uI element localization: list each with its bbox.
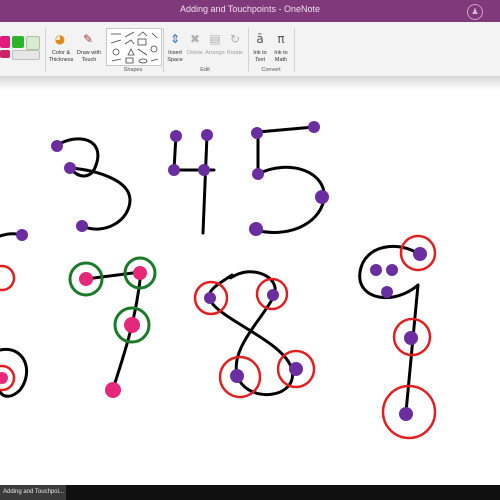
- arrange-icon: ▤: [209, 32, 221, 46]
- pen-swatch-magenta[interactable]: [0, 50, 10, 58]
- touchpoint: [381, 286, 393, 298]
- touchpoint-pink: [79, 272, 93, 286]
- shapes-group-label: Shapes: [123, 67, 143, 73]
- rotate-icon: ↻: [229, 32, 241, 46]
- touchpoint-pink: [124, 317, 140, 333]
- touchpoint-pink: [105, 382, 121, 398]
- shapes-gallery[interactable]: [106, 28, 162, 66]
- touchpoint: [370, 264, 382, 276]
- insert-space-button[interactable]: Insert Space: [165, 50, 185, 64]
- delete-button: Delete: [187, 50, 203, 56]
- touchpoint: [204, 292, 216, 304]
- shapes-icon: [110, 31, 159, 64]
- touchpoint-pink: [0, 372, 8, 384]
- touchpoint-pink: [133, 266, 147, 280]
- ribbon-shadow: [0, 76, 500, 90]
- pen-swatch-light[interactable]: [26, 36, 40, 50]
- insert-space-icon[interactable]: ⇕: [168, 32, 182, 46]
- ink-to-math-icon[interactable]: π: [274, 32, 288, 46]
- ink-to-text-button[interactable]: Ink to Text: [250, 50, 270, 64]
- touchpoint: [289, 362, 303, 376]
- convert-group-label: Convert: [261, 67, 281, 73]
- touchpoint: [404, 331, 418, 345]
- account-icon[interactable]: ♟: [467, 4, 483, 20]
- draw-with-touch-icon[interactable]: ✎: [81, 32, 95, 46]
- separator: [294, 28, 295, 72]
- touchpoint: [64, 162, 76, 174]
- color-thickness-button[interactable]: Color & Thickness: [46, 50, 76, 64]
- arrange-button: Arrange: [205, 50, 225, 56]
- separator: [248, 28, 249, 72]
- touchpoint: [76, 220, 88, 232]
- edit-group-label: Edit: [200, 67, 210, 73]
- touchpoint: [170, 130, 182, 142]
- touchpoint: [230, 369, 244, 383]
- separator: [163, 28, 164, 72]
- ink-canvas[interactable]: [0, 90, 500, 485]
- touchpoint: [413, 247, 427, 261]
- touchpoint: [252, 168, 264, 180]
- touchpoint: [251, 127, 263, 139]
- color-palette-icon[interactable]: ◕: [53, 32, 67, 46]
- pen-swatch-gray[interactable]: [12, 50, 40, 60]
- touchpoint: [308, 121, 320, 133]
- touch-ring-red: [0, 264, 16, 292]
- touchpoint: [399, 407, 413, 421]
- touchpoint: [168, 164, 180, 176]
- touchpoint: [198, 164, 210, 176]
- delete-icon: ✖: [189, 32, 201, 46]
- touchpoint: [201, 129, 213, 141]
- touchpoint: [386, 264, 398, 276]
- pen-swatch-pink[interactable]: [0, 36, 10, 48]
- draw-with-touch-button[interactable]: Draw with Touch: [76, 50, 102, 64]
- ink-to-math-button[interactable]: Ink to Math: [270, 50, 292, 64]
- taskbar-item-onenote[interactable]: Adding and Touchpoi...: [0, 485, 66, 500]
- touchpoint: [267, 289, 279, 301]
- ink-digit-3: [55, 137, 132, 231]
- touchpoint: [16, 229, 28, 241]
- ink-to-text-icon[interactable]: ā: [253, 32, 267, 46]
- touchpoint: [315, 190, 329, 204]
- touchpoint: [249, 222, 263, 236]
- touchpoint: [51, 140, 63, 152]
- rotate-button: Rotate: [226, 50, 244, 56]
- ink-digit-5: [253, 125, 326, 234]
- ink-digit-4: [172, 133, 216, 235]
- window-title: Adding and Touchpoints - OneNote: [180, 4, 320, 14]
- pen-swatch-green[interactable]: [12, 36, 24, 48]
- taskbar: [0, 485, 500, 500]
